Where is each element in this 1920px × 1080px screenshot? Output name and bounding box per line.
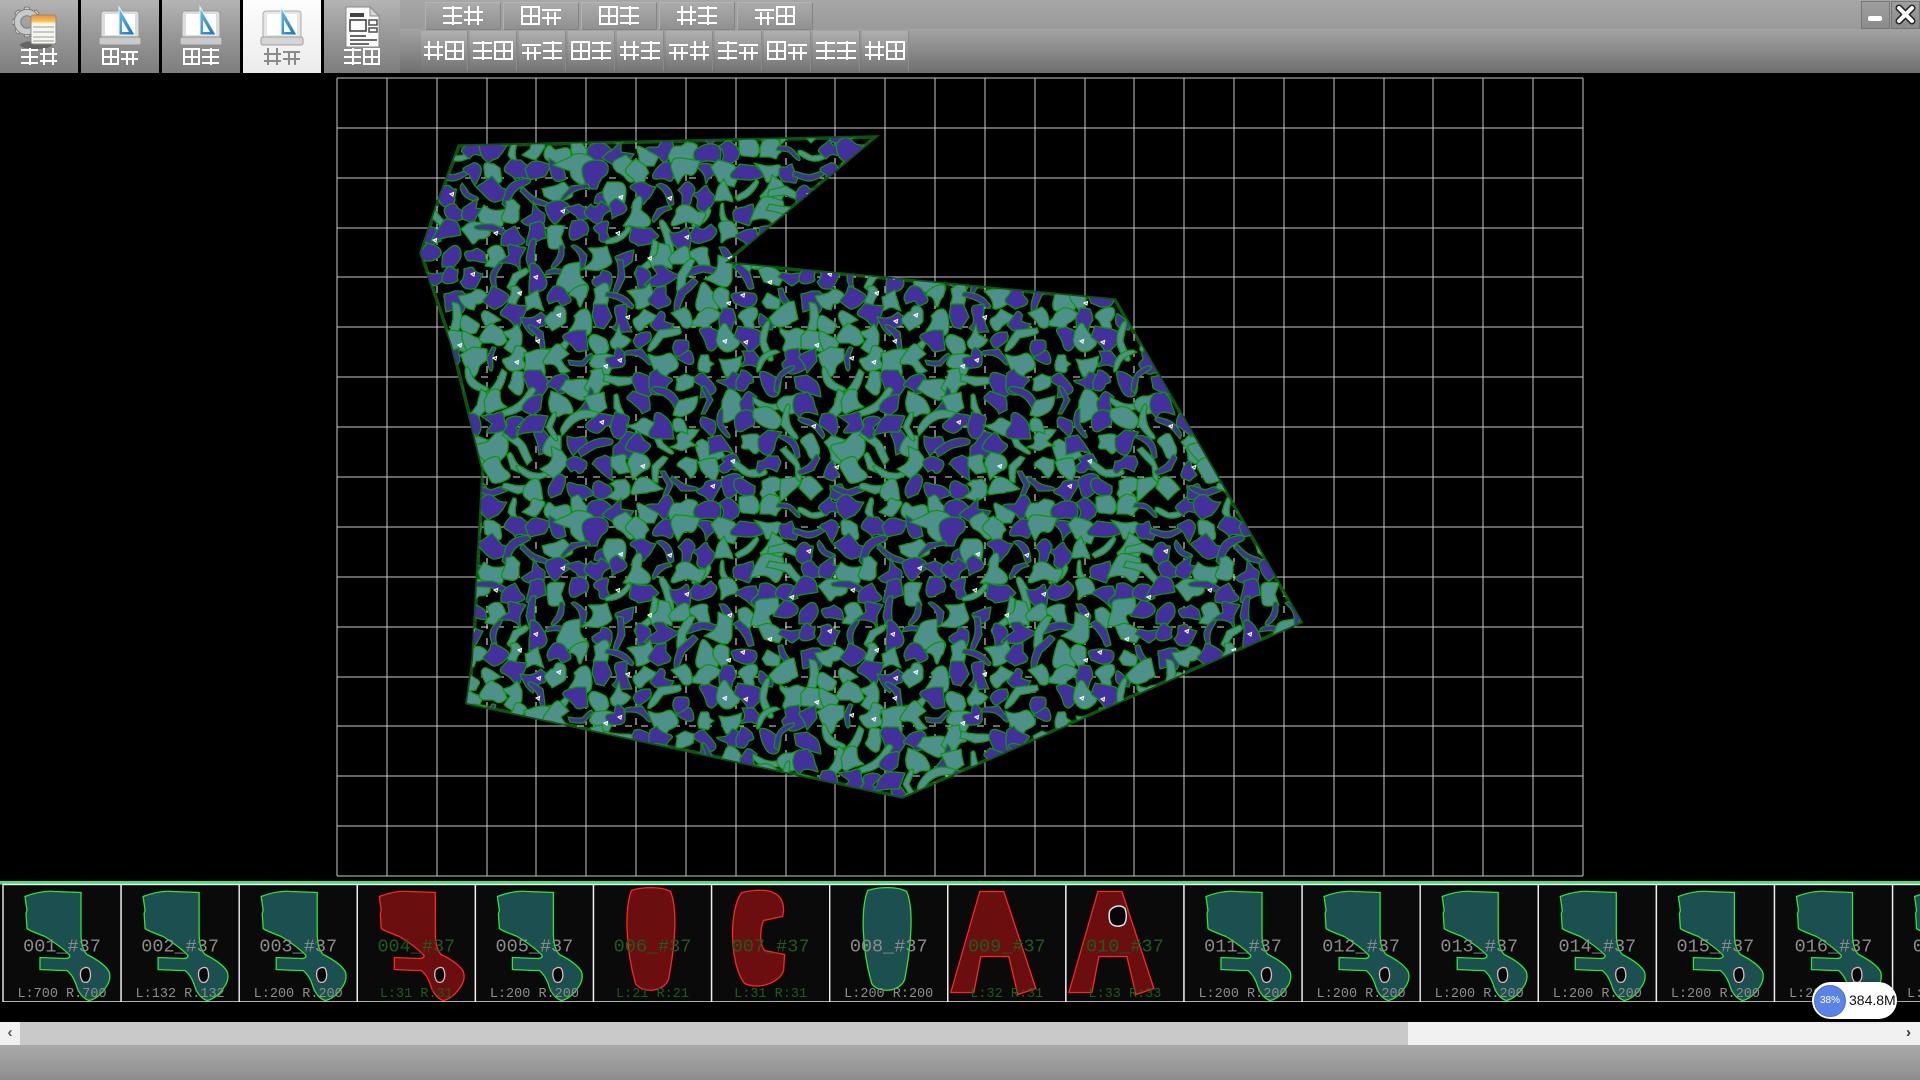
svg-text:015_#37: 015_#37 bbox=[1677, 937, 1755, 958]
svg-text:011_#37: 011_#37 bbox=[1204, 937, 1282, 958]
svg-text:004_#37: 004_#37 bbox=[377, 937, 455, 958]
svg-text:L:21 R:21: L:21 R:21 bbox=[616, 987, 689, 1002]
svg-text:001_#37: 001_#37 bbox=[23, 937, 101, 958]
svg-text:L:200 R:200: L:200 R:200 bbox=[1907, 987, 1920, 1002]
svg-text:L:200 R:200: L:200 R:200 bbox=[1671, 987, 1760, 1002]
svg-text:014_#37: 014_#37 bbox=[1558, 937, 1636, 958]
svg-text:005_#37: 005_#37 bbox=[496, 937, 574, 958]
svg-text:L:700 R:700: L:700 R:700 bbox=[17, 987, 106, 1002]
svg-text:L:200 R:200: L:200 R:200 bbox=[1553, 987, 1642, 1002]
svg-text:012_#37: 012_#37 bbox=[1322, 937, 1400, 958]
svg-text:L:200 R:200: L:200 R:200 bbox=[490, 987, 579, 1002]
svg-text:L:200 R:200: L:200 R:200 bbox=[254, 987, 343, 1002]
svg-text:002_#37: 002_#37 bbox=[141, 937, 219, 958]
svg-text:L:200 R:200: L:200 R:200 bbox=[1435, 987, 1524, 1002]
svg-text:017_#37: 017_#37 bbox=[1913, 937, 1920, 958]
svg-text:006_#37: 006_#37 bbox=[614, 937, 692, 958]
svg-text:L:31 R:31: L:31 R:31 bbox=[380, 987, 453, 1002]
svg-text:L:200 R:200: L:200 R:200 bbox=[1317, 987, 1406, 1002]
svg-text:008_#37: 008_#37 bbox=[850, 937, 928, 958]
svg-text:L:200 R:200: L:200 R:200 bbox=[844, 987, 933, 1002]
svg-text:L:33 R:33: L:33 R:33 bbox=[1088, 987, 1161, 1002]
svg-text:009_#37: 009_#37 bbox=[968, 937, 1046, 958]
svg-text:L:32 R:31: L:32 R:31 bbox=[970, 987, 1043, 1002]
svg-text:L:132 R:132: L:132 R:132 bbox=[136, 987, 225, 1002]
svg-text:003_#37: 003_#37 bbox=[259, 937, 337, 958]
svg-text:013_#37: 013_#37 bbox=[1440, 937, 1518, 958]
svg-text:010_#37: 010_#37 bbox=[1086, 937, 1164, 958]
svg-text:L:31 R:31: L:31 R:31 bbox=[734, 987, 807, 1002]
svg-text:016_#37: 016_#37 bbox=[1795, 937, 1873, 958]
svg-text:L:200 R:200: L:200 R:200 bbox=[1198, 987, 1287, 1002]
svg-text:007_#37: 007_#37 bbox=[732, 937, 810, 958]
